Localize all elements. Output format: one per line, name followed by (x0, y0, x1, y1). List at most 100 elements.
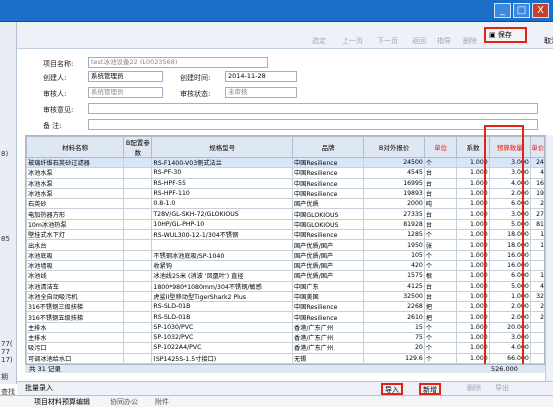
table-row[interactable]: 石英砂 0.8-1.0 国产优质 2000 吨 1.000 6.000 2 (26, 198, 544, 210)
table-cell[interactable] (123, 352, 153, 364)
table-cell[interactable]: 24500 (363, 156, 425, 169)
table-cell[interactable]: 壁挂式水下灯 (26, 229, 125, 241)
table-row[interactable]: 吸污口 SP-1022A4/PVC 香港/广东广州 20 个 1.000 4.000 (26, 342, 544, 354)
table-cell[interactable]: 1285 (363, 229, 425, 241)
column-header[interactable]: B配置参数 (123, 136, 153, 158)
table-row[interactable]: 玻璃纤维石英砂过滤器 RS-F1400-V03侧式法兰 中国Resilience 24… (26, 156, 544, 169)
tab-attach[interactable]: 附件 (155, 397, 169, 407)
table-cell[interactable] (529, 249, 544, 261)
created-field[interactable]: 2014-11-28 (225, 71, 297, 82)
table-row[interactable]: 主排水 SP-1030/PVC 香港/广东广州 15 个 1.000 20.000 (26, 321, 544, 334)
table-cell[interactable]: 国产优质/国产 (291, 249, 365, 261)
table-cell[interactable] (123, 321, 153, 334)
table-cell[interactable]: 1 (529, 239, 544, 251)
table-cell[interactable]: 香港/广东广州 (291, 342, 365, 354)
table-cell[interactable] (529, 259, 544, 272)
table-cell[interactable]: 中国Resilience (291, 187, 365, 200)
table-cell[interactable] (151, 239, 293, 251)
table-cell[interactable]: 316不锈钢五级扶梯 (26, 311, 125, 323)
table-cell[interactable]: 冰池水泵 (26, 187, 125, 200)
table-cell[interactable]: RS-WUL300-12-1/304不锈钢 (151, 229, 293, 241)
table-row[interactable]: 电加热器方形 T28V/GL-SKH-72/GLOKIOUS 中国GLOKIOUS 2… (26, 208, 544, 220)
table-cell[interactable]: 81928 (363, 218, 425, 231)
table-cell[interactable]: 电加热器方形 (26, 208, 125, 220)
table-cell[interactable] (123, 249, 153, 261)
table-cell[interactable] (529, 332, 544, 344)
table-cell[interactable]: 香港/广东广州 (291, 332, 365, 344)
import-button[interactable]: 导入 (381, 383, 403, 395)
table-cell[interactable]: 台 (423, 280, 458, 292)
table-cell[interactable]: 把 (423, 311, 458, 323)
toolbar-delete[interactable]: 删除 (463, 36, 477, 48)
toolbar-prev[interactable]: 上一页 (342, 36, 363, 48)
table-cell[interactable]: 收紧钩 (151, 259, 293, 272)
tab-collab[interactable]: 协同办公 (110, 397, 138, 407)
table-cell[interactable]: RS-F1400-V03侧式法兰 (151, 156, 293, 169)
toolbar-select[interactable]: 选定 (312, 36, 326, 48)
table-cell[interactable] (529, 321, 544, 334)
toolbar-next[interactable]: 下一页 (377, 36, 398, 48)
table-cell[interactable]: 32 (529, 290, 544, 303)
status-field[interactable]: 未审核 (225, 87, 297, 98)
table-cell[interactable]: 冰池底吸 (26, 249, 125, 261)
table-row[interactable]: 冰池线 冰池线25米 (消波 '凤凰叶') 直径 国产优质/国产 1575 根 1.000… (26, 270, 544, 282)
table-cell[interactable] (123, 229, 153, 241)
table-cell[interactable]: 中国GLOKIOUS (291, 218, 365, 231)
table-row[interactable]: 可调冰池给水口 (SP1425S-1.5寸接口) 无锡 129.6 个 1.000 66.0… (26, 352, 544, 364)
creator-field[interactable]: 系统管理员 (88, 71, 163, 82)
table-cell[interactable] (529, 352, 544, 364)
table-cell[interactable]: 玻璃纤维石英砂过滤器 (26, 156, 125, 169)
table-row[interactable]: 冰池水泵 RS-HPF-110 中国Resilience 19893 台 1.000 2.0… (26, 187, 544, 200)
table-cell[interactable]: 国产优质/国产 (291, 239, 365, 251)
column-header[interactable]: B对外报价 (363, 136, 425, 158)
table-cell[interactable]: 2610 (363, 311, 425, 323)
table-cell[interactable] (123, 259, 153, 272)
table-cell[interactable]: 把 (423, 301, 458, 313)
table-cell[interactable] (123, 301, 153, 313)
opinion-field[interactable] (88, 103, 538, 114)
table-cell[interactable]: 国产优质 (291, 198, 365, 210)
table-cell[interactable]: 4 (529, 167, 544, 179)
table-cell[interactable]: 无锡 (291, 352, 365, 364)
table-row[interactable]: 冰池底吸 不锈钢冰池底吸/SP-1040 国产优质/国产 105 个 1.000 16.00… (26, 249, 544, 261)
table-cell[interactable]: T28V/GL-SKH-72/GLOKIOUS (151, 208, 293, 220)
delete-button[interactable]: 删除 (467, 383, 481, 395)
table-cell[interactable]: 中国Resilience (291, 167, 365, 179)
table-cell[interactable]: 台 (423, 218, 458, 231)
table-cell[interactable]: 冰池墙吸 (26, 259, 125, 272)
table-cell[interactable]: 台 (423, 208, 458, 220)
table-cell[interactable]: 国产优质/国产 (291, 270, 365, 282)
toolbar-guide[interactable]: 指导 (437, 36, 451, 48)
table-cell[interactable] (123, 280, 153, 292)
table-row[interactable]: 316不锈钢三级扶梯 RS-SLD-01B 中国Resilience 2268 把 1.0… (26, 301, 544, 313)
table-row[interactable]: 壁挂式水下灯 RS-WUL300-12-1/304不锈钢 中国Resilience 1… (26, 229, 544, 241)
table-cell[interactable]: 个 (423, 342, 458, 354)
table-cell[interactable]: 24 (529, 156, 544, 169)
toolbar-back[interactable]: 返回 (412, 36, 426, 48)
table-cell[interactable] (123, 198, 153, 210)
table-cell[interactable] (123, 177, 153, 189)
table-cell[interactable]: 冰池全自动吸污机 (26, 290, 125, 303)
table-cell[interactable]: 张 (423, 239, 458, 251)
table-cell[interactable]: 16 (529, 177, 544, 189)
table-cell[interactable]: 19 (529, 187, 544, 200)
table-cell[interactable]: 主排水 (26, 332, 125, 344)
table-cell[interactable]: 冰池清洁车 (26, 280, 125, 292)
table-row[interactable]: 316不锈钢五级扶梯 RS-SLD-01B 中国Resilience 2610 把 1.0… (26, 311, 544, 323)
table-cell[interactable]: 2 (529, 301, 544, 313)
table-cell[interactable]: 2 (529, 198, 544, 210)
column-header[interactable]: 规格型号 (151, 136, 293, 158)
table-cell[interactable]: RS-PF-30 (151, 167, 293, 179)
table-cell[interactable]: 105 (363, 249, 425, 261)
table-row[interactable]: 出水台 国产优质/国产 1950 张 1.000 18.000 1 (26, 239, 544, 251)
table-cell[interactable]: 75 (363, 332, 425, 344)
table-cell[interactable]: RS-HPF-110 (151, 187, 293, 200)
table-cell[interactable] (123, 218, 153, 231)
table-cell[interactable] (123, 290, 153, 303)
table-cell[interactable]: 台 (423, 177, 458, 189)
table-row[interactable]: 冰池清洁车 1800*980*1080mm/304不锈钢/敏感 中国广东 4125 台 1… (26, 280, 544, 292)
table-cell[interactable]: SP-1022A4/PVC (151, 342, 293, 354)
table-cell[interactable]: RS-HPF-55 (151, 177, 293, 189)
table-cell[interactable]: 4 (529, 280, 544, 292)
column-header[interactable]: 品牌 (291, 136, 365, 158)
